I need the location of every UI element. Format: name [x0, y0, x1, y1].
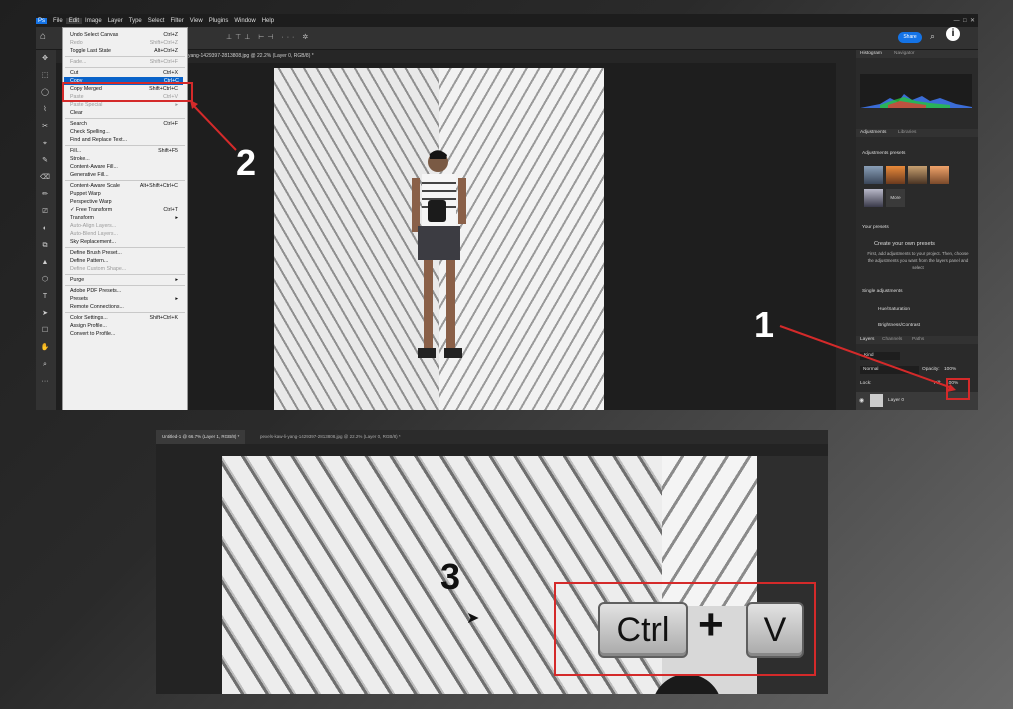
- ctrl-key: Ctrl: [598, 602, 688, 658]
- document-tab-untitled[interactable]: Untitled-1 @ 66.7% (Layer 1, RGB/8) *: [156, 430, 246, 444]
- step-number-1: 1: [754, 304, 775, 345]
- step-number-2: 2: [236, 142, 257, 183]
- document-tab-bar-bottom: Untitled-1 @ 66.7% (Layer 1, RGB/8) * pe…: [156, 430, 828, 444]
- document-tab-pexels[interactable]: pexels-kaw-li-yang-1429397-2813808.jpg @…: [260, 430, 401, 444]
- step-number-3: 3: [440, 556, 461, 597]
- v-key: V: [746, 602, 804, 658]
- plus-sign: +: [698, 600, 724, 649]
- move-cursor-icon: ➤: [466, 610, 480, 627]
